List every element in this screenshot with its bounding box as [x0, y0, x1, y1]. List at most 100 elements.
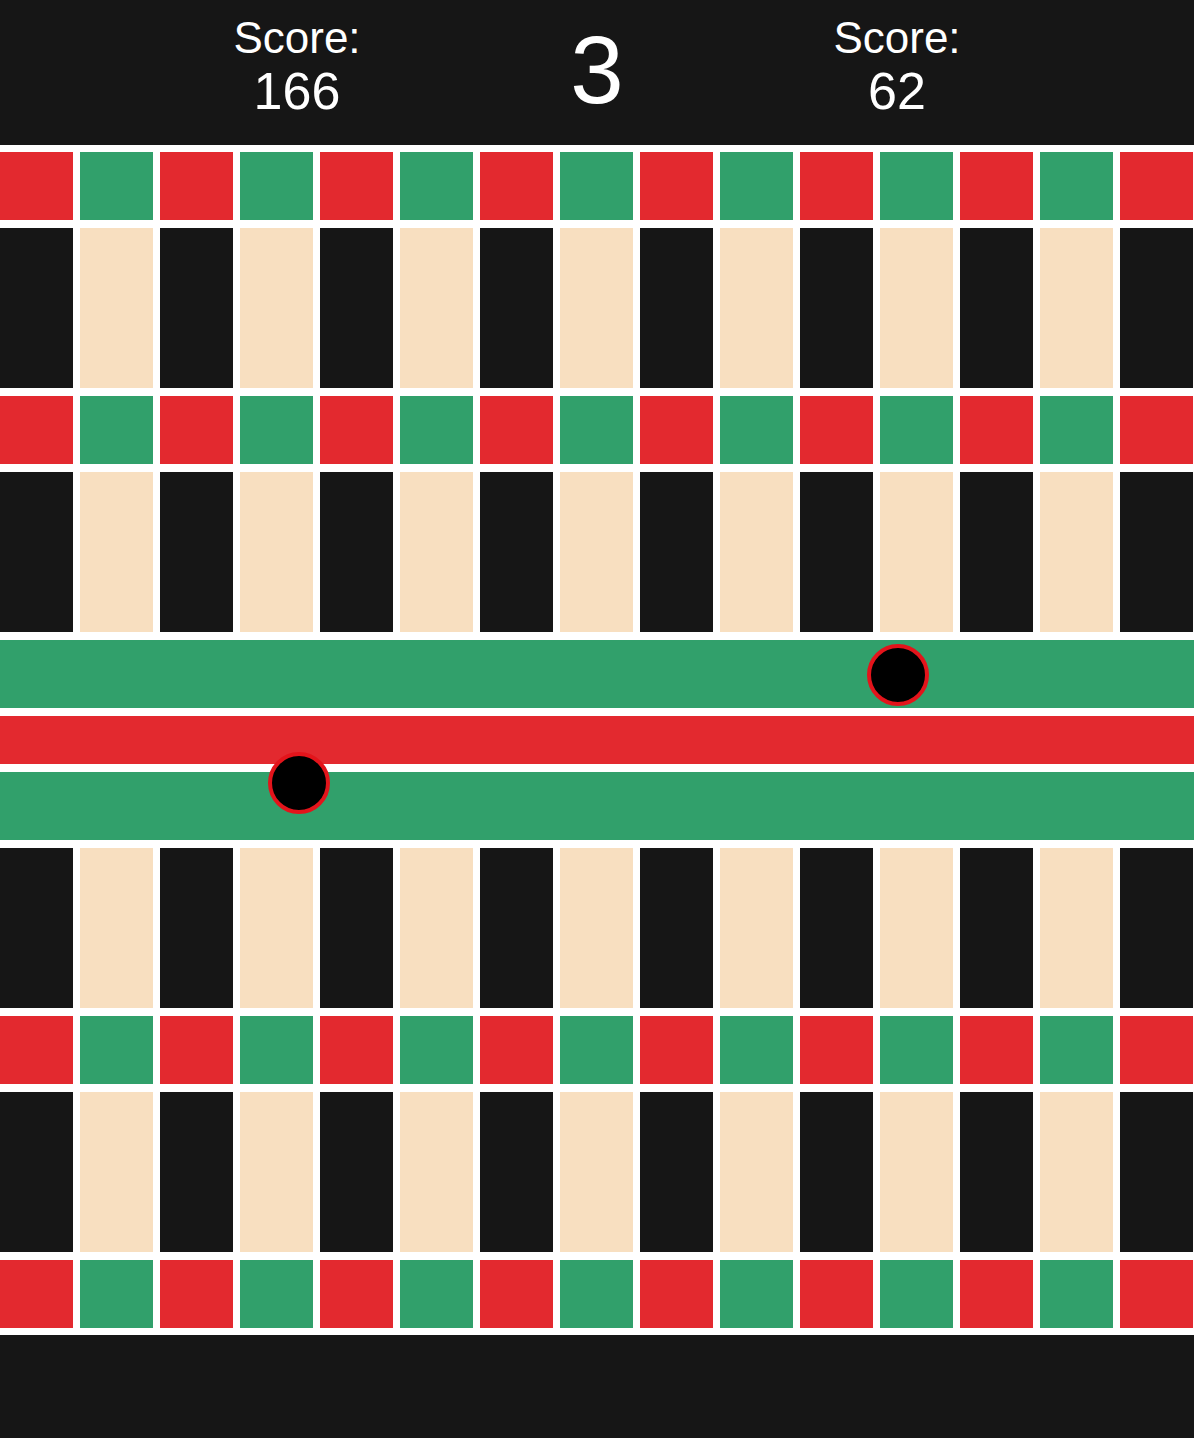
board-cell	[80, 848, 153, 1008]
board-cell	[880, 1016, 953, 1084]
board-cell	[240, 1260, 313, 1328]
board-cell	[480, 472, 553, 632]
board-cell	[80, 1092, 153, 1252]
board-cell	[400, 1092, 473, 1252]
board-cell	[1120, 1016, 1193, 1084]
board-cell	[1040, 1016, 1113, 1084]
board-cell	[160, 228, 233, 388]
board-cell	[960, 1092, 1033, 1252]
column-row	[0, 228, 1194, 388]
board-cell	[880, 848, 953, 1008]
board-cell	[800, 848, 873, 1008]
board-cell	[640, 1260, 713, 1328]
column-row	[0, 848, 1194, 1008]
board-cell	[400, 472, 473, 632]
board-cell	[560, 848, 633, 1008]
board-cell	[0, 1092, 73, 1252]
board-cell	[800, 1016, 873, 1084]
board-cell	[320, 152, 393, 220]
board-cell	[640, 152, 713, 220]
board-cell	[400, 228, 473, 388]
board-cell	[880, 152, 953, 220]
player-ball[interactable]	[867, 644, 929, 706]
board-cell	[560, 1260, 633, 1328]
board-cell	[880, 1092, 953, 1252]
board-cell	[640, 1092, 713, 1252]
board-cell	[960, 472, 1033, 632]
lane-bar	[0, 716, 1194, 764]
board-cell	[1120, 228, 1193, 388]
score-panel: Score:62	[797, 0, 997, 120]
board-cell	[400, 396, 473, 464]
board-cell	[160, 848, 233, 1008]
board-cell	[480, 1092, 553, 1252]
board-cell	[1040, 396, 1113, 464]
board-cell	[960, 1260, 1033, 1328]
board	[0, 145, 1194, 1335]
board-cell	[80, 472, 153, 632]
board-cell	[80, 1016, 153, 1084]
board-cell	[0, 1016, 73, 1084]
square-row	[0, 1016, 1194, 1084]
board-cell	[80, 152, 153, 220]
board-cell	[320, 1260, 393, 1328]
board-cell	[1120, 472, 1193, 632]
board-cell	[1040, 228, 1113, 388]
board-cell	[1040, 472, 1113, 632]
board-cell	[1040, 152, 1113, 220]
score-label: Score:	[233, 14, 360, 62]
board-cell	[640, 396, 713, 464]
board-cell	[640, 228, 713, 388]
board-cell	[320, 228, 393, 388]
square-row	[0, 152, 1194, 220]
square-row	[0, 396, 1194, 464]
board-cell	[320, 1016, 393, 1084]
board-cell	[720, 472, 793, 632]
board-cell	[720, 228, 793, 388]
board-cell	[240, 1092, 313, 1252]
board-cell	[240, 396, 313, 464]
board-cell	[1120, 848, 1193, 1008]
board-cell	[560, 228, 633, 388]
board-cell	[720, 848, 793, 1008]
board-cell	[160, 396, 233, 464]
board-cell	[800, 1260, 873, 1328]
board-cell	[80, 228, 153, 388]
board-cell	[0, 848, 73, 1008]
board-cell	[800, 396, 873, 464]
board-cell	[720, 1016, 793, 1084]
board-cell	[480, 396, 553, 464]
board-cell	[1120, 396, 1193, 464]
board-cell	[1120, 152, 1193, 220]
board-cell	[160, 1016, 233, 1084]
board-cell	[240, 1016, 313, 1084]
board-cell	[480, 1016, 553, 1084]
player-ball[interactable]	[268, 752, 330, 814]
score-panel: Score:166	[197, 0, 397, 120]
board-cell	[0, 1260, 73, 1328]
board-cell	[720, 1092, 793, 1252]
lane-bar	[0, 772, 1194, 840]
board-cell	[960, 848, 1033, 1008]
board-cell	[240, 472, 313, 632]
board-cell	[800, 472, 873, 632]
board-cell	[720, 396, 793, 464]
board-cell	[240, 848, 313, 1008]
square-row	[0, 1260, 1194, 1328]
board-cell	[0, 152, 73, 220]
board-cell	[80, 1260, 153, 1328]
board-cell	[80, 396, 153, 464]
board-cell	[0, 472, 73, 632]
score-value: 166	[254, 62, 341, 120]
countdown: 3	[497, 0, 697, 122]
board-cell	[960, 228, 1033, 388]
board-cell	[400, 1016, 473, 1084]
board-cell	[240, 152, 313, 220]
board-cell	[560, 1092, 633, 1252]
board-cell	[560, 472, 633, 632]
board-cell	[880, 472, 953, 632]
board-cell	[960, 1016, 1033, 1084]
board-cell	[0, 396, 73, 464]
board-cell	[560, 396, 633, 464]
board-cell	[240, 228, 313, 388]
